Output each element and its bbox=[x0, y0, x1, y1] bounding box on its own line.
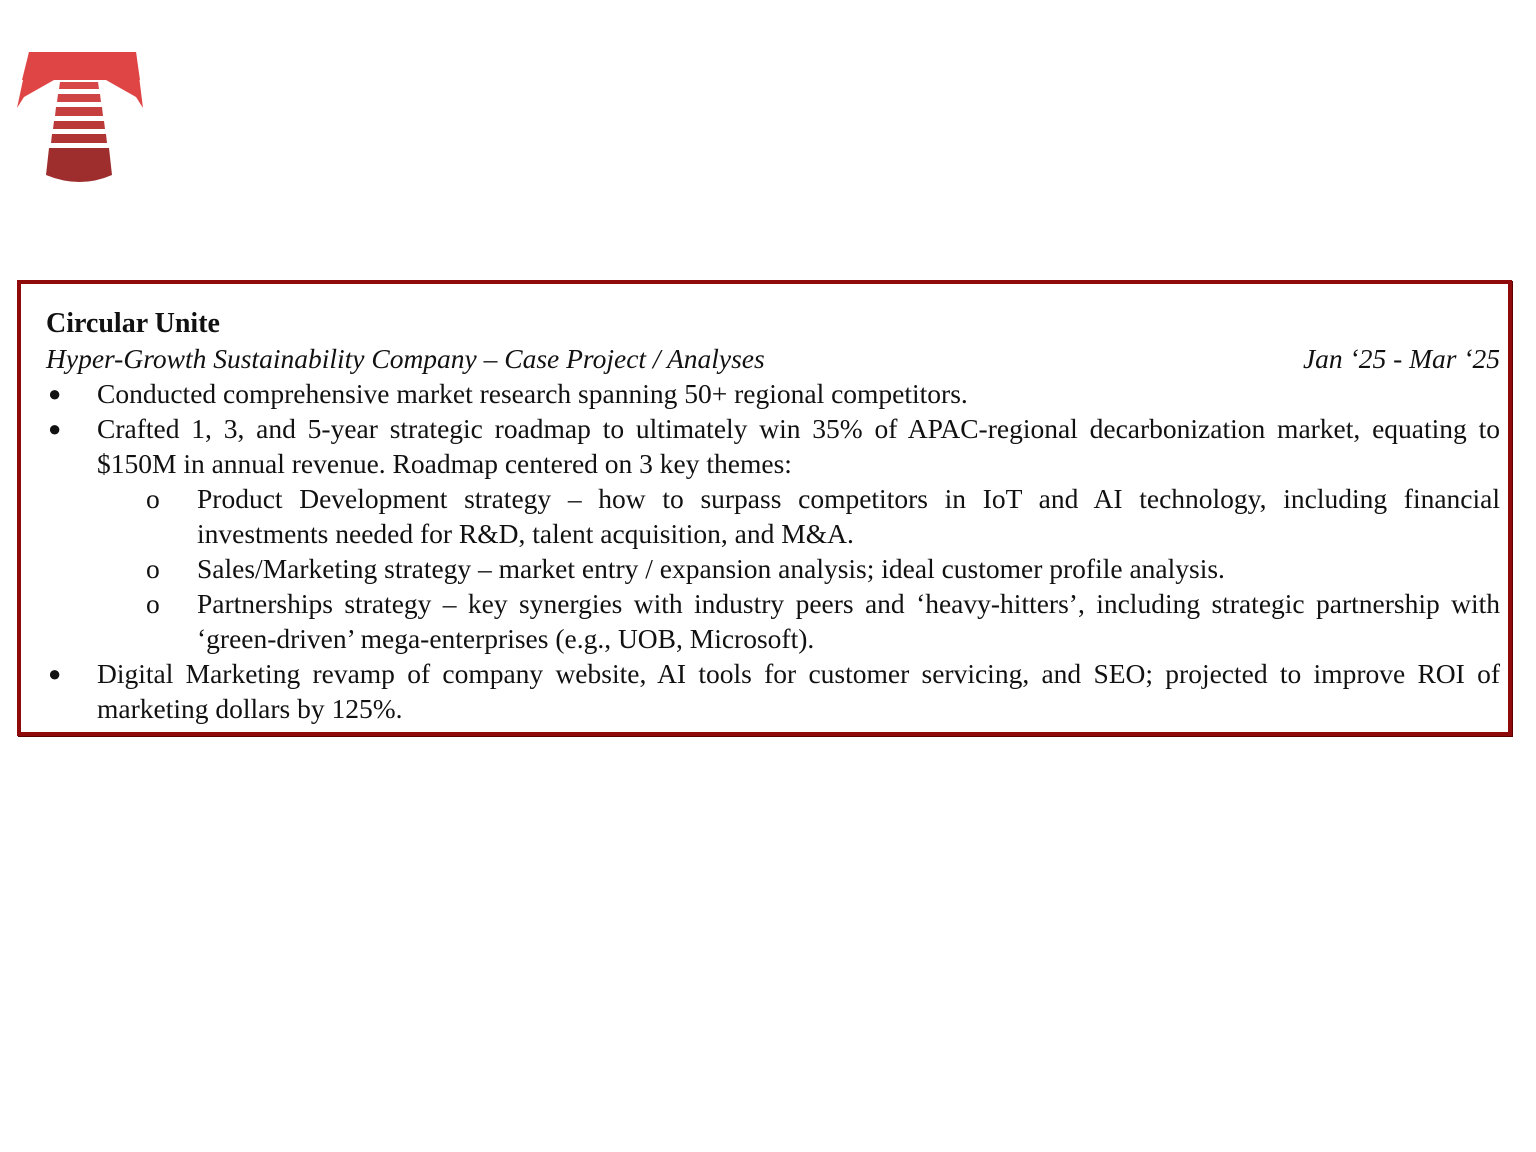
sub-bullet-item: o Product Development strategy – how to … bbox=[46, 481, 1500, 551]
sub-bullet-list: o Product Development strategy – how to … bbox=[97, 481, 1500, 656]
experience-card: Circular Unite Hyper-Growth Sustainabili… bbox=[17, 280, 1512, 736]
sub-bullet-icon: o bbox=[146, 588, 160, 619]
sub-bullet-text: Sales/Marketing strategy – market entry … bbox=[197, 553, 1225, 584]
bullet-icon: ● bbox=[48, 416, 62, 441]
experience-entry: Circular Unite Hyper-Growth Sustainabili… bbox=[46, 306, 1500, 726]
role-row: Hyper-Growth Sustainability Company – Ca… bbox=[46, 341, 1500, 376]
bullet-icon: ● bbox=[48, 381, 62, 406]
date-range: Jan ‘25 - Mar ‘25 bbox=[1302, 343, 1500, 374]
bullet-item: ● Digital Marketing revamp of company we… bbox=[46, 656, 1500, 726]
bullet-text: Crafted 1, 3, and 5-year strategic roadm… bbox=[97, 413, 1500, 479]
bullet-icon: ● bbox=[48, 661, 62, 686]
bullet-text: Conducted comprehensive market research … bbox=[97, 378, 968, 409]
company-name: Circular Unite bbox=[46, 308, 220, 339]
company-logo bbox=[16, 52, 146, 186]
role-title: Hyper-Growth Sustainability Company – Ca… bbox=[46, 343, 765, 374]
bullet-item: ● Conducted comprehensive market researc… bbox=[46, 376, 1500, 411]
sub-bullet-item: o Partnerships strategy – key synergies … bbox=[46, 586, 1500, 656]
bullet-text: Digital Marketing revamp of company webs… bbox=[97, 658, 1500, 724]
sub-bullet-item: o Sales/Marketing strategy – market entr… bbox=[46, 551, 1500, 586]
sub-bullet-text: Partnerships strategy – key synergies wi… bbox=[197, 588, 1500, 654]
bullet-list: ● Conducted comprehensive market researc… bbox=[46, 376, 1500, 726]
sub-bullet-text: Product Development strategy – how to su… bbox=[197, 483, 1500, 549]
stepped-t-logo-icon bbox=[17, 52, 143, 182]
sub-bullet-icon: o bbox=[146, 483, 160, 514]
bullet-item: ● Crafted 1, 3, and 5-year strategic roa… bbox=[46, 411, 1500, 656]
sub-bullet-icon: o bbox=[146, 553, 160, 584]
